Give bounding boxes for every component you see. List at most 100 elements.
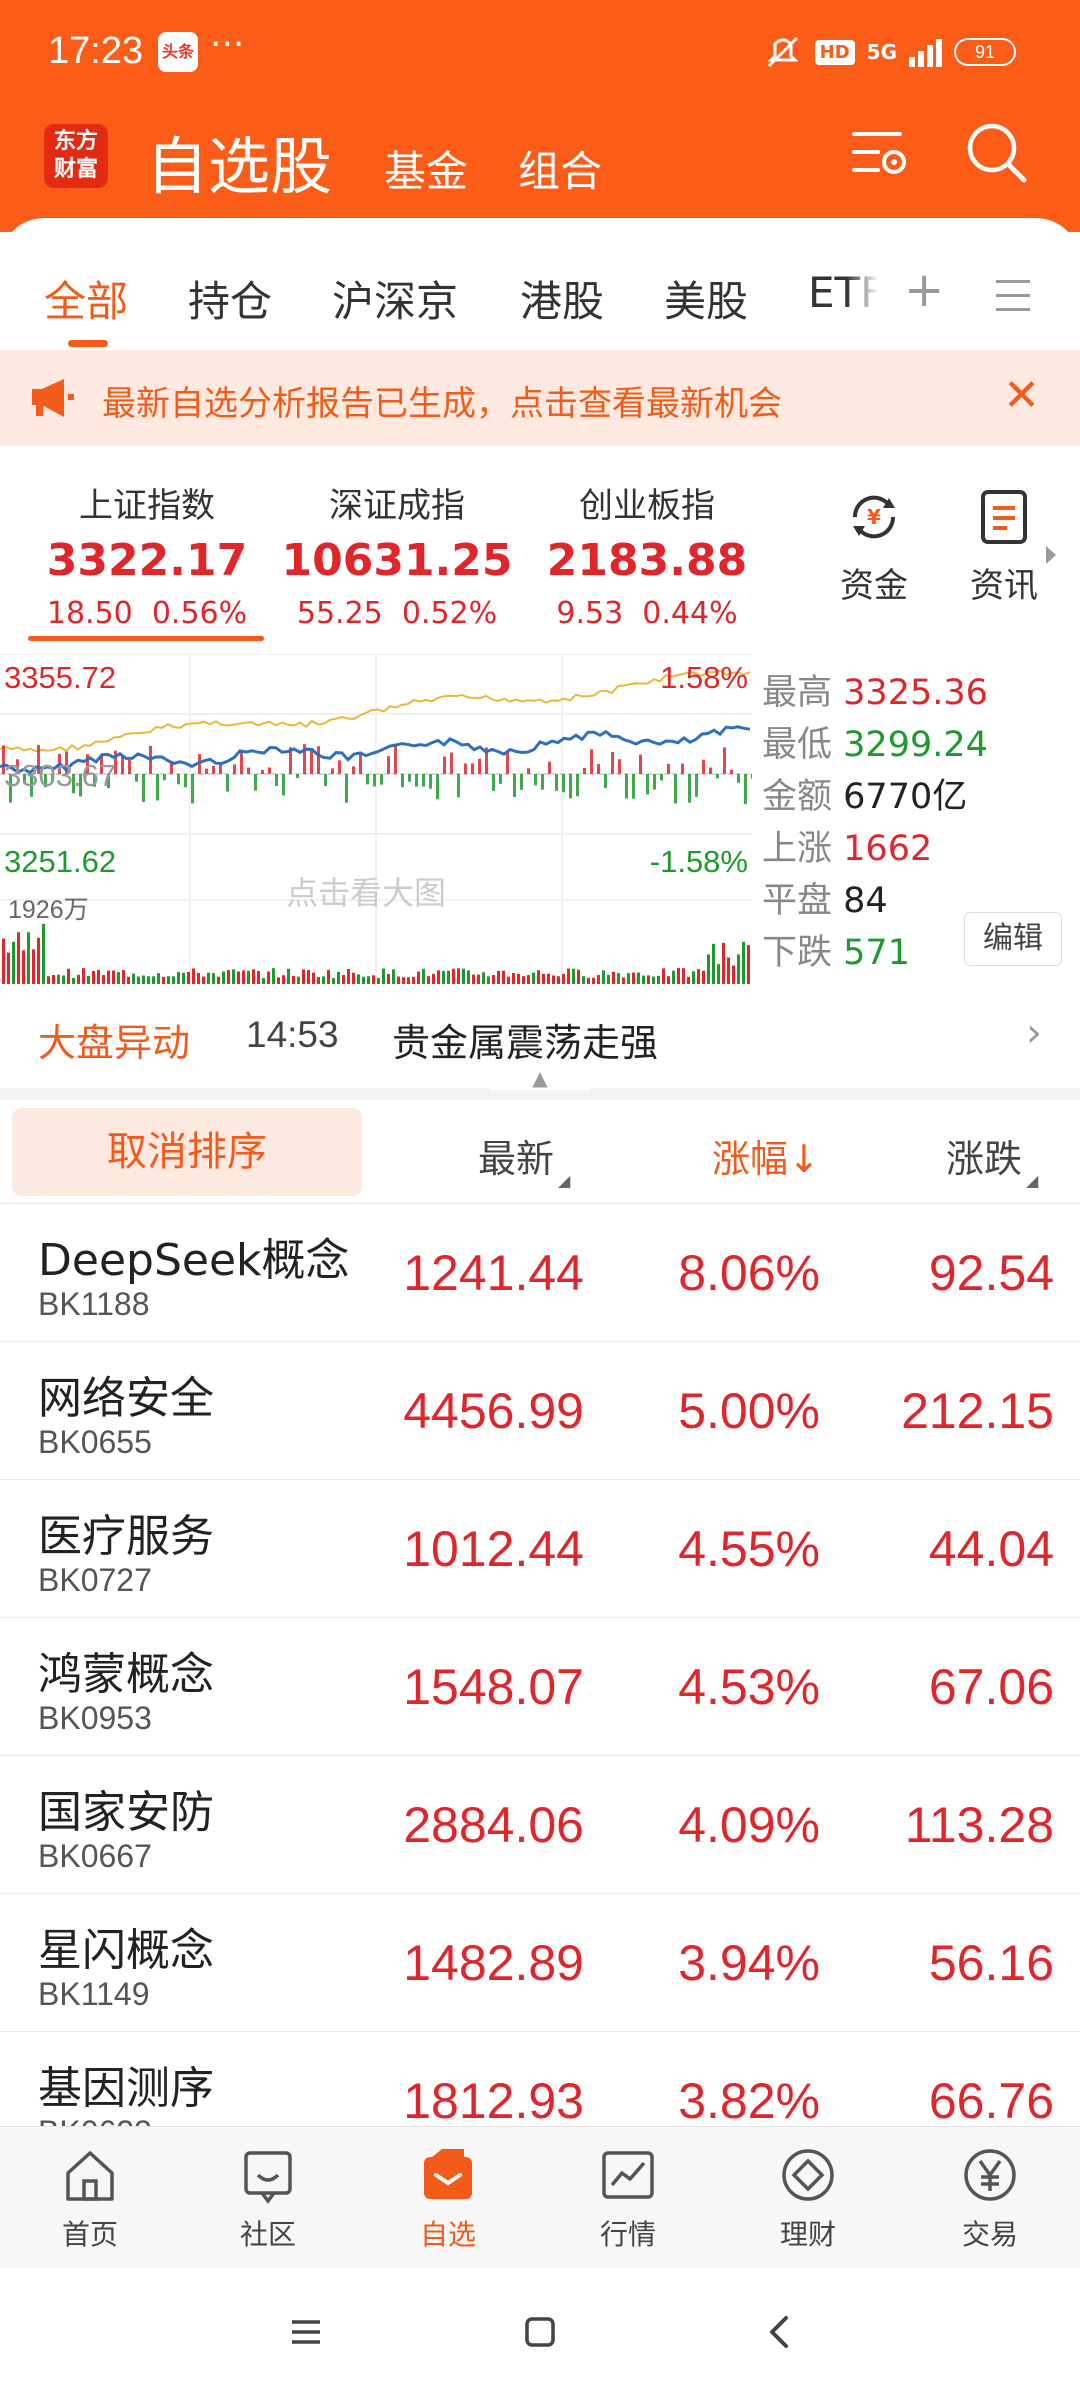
flow-bar <box>380 774 383 785</box>
flow-bar <box>331 768 334 774</box>
column-latest-header[interactable]: 最新 ◢ <box>478 1128 570 1190</box>
volume-bar <box>162 976 165 984</box>
volume-bar <box>72 977 75 984</box>
volume-bar <box>87 975 90 984</box>
funds-link[interactable]: ¥ 资金 <box>824 488 924 607</box>
flow-bar <box>177 774 180 785</box>
row-change: 67.06 <box>928 1659 1054 1715</box>
flow-bar <box>184 774 187 788</box>
volume-bar <box>422 968 425 984</box>
volume-bar <box>542 973 545 984</box>
group-menu-icon[interactable] <box>996 280 1030 322</box>
flow-bar <box>387 756 390 774</box>
volume-bar <box>22 950 25 984</box>
nav-market[interactable]: 行情 <box>568 2145 688 2253</box>
tab-watchlist-stocks[interactable]: 自选股 <box>146 116 332 206</box>
volume-bar <box>217 976 220 984</box>
close-icon[interactable]: ✕ <box>1003 370 1040 421</box>
tab-hk-stocks[interactable]: 港股 <box>520 268 604 329</box>
tab-holdings[interactable]: 持仓 <box>188 268 272 329</box>
volume-bar <box>317 977 320 984</box>
cancel-sort-button[interactable]: 取消排序 <box>12 1108 362 1196</box>
index-card-szse[interactable]: 深证成指 10631.25 55.25 0.52% <box>272 478 522 631</box>
volume-bar <box>222 971 225 984</box>
volume-bar <box>52 975 55 984</box>
nav-watchlist[interactable]: 自选 <box>388 2145 508 2253</box>
signal-icon <box>909 37 942 67</box>
table-row[interactable]: 网络安全 BK0655 4456.99 5.00% 212.15 <box>0 1342 1080 1480</box>
flow-bar <box>681 763 684 774</box>
index-card-chinext[interactable]: 创业板指 2183.88 9.53 0.44% <box>522 478 772 631</box>
stat-up: 上涨 1662 <box>762 829 933 869</box>
table-row[interactable]: 医疗服务 BK0727 1012.44 4.55% 44.04 <box>0 1480 1080 1618</box>
home-square-icon[interactable] <box>524 2316 556 2348</box>
volume-bar <box>7 952 10 984</box>
volume-bar <box>457 968 460 984</box>
network-label: 5G <box>866 40 897 64</box>
search-icon[interactable] <box>964 120 1030 186</box>
flow-bar <box>625 774 628 799</box>
nav-trade[interactable]: 交易 <box>930 2145 1050 2253</box>
scroll-right-icon[interactable] <box>1044 544 1058 566</box>
volume-bar <box>117 972 120 984</box>
volume-bar <box>522 976 525 984</box>
volume-bar <box>77 974 80 984</box>
table-row[interactable]: 国家安防 BK0667 2884.06 4.09% 113.28 <box>0 1756 1080 1894</box>
flow-bar <box>702 759 705 774</box>
column-change-header[interactable]: 涨跌 ◢ <box>946 1128 1038 1190</box>
news-link[interactable]: 资讯 <box>954 488 1054 607</box>
table-row[interactable]: 鸿蒙概念 BK0953 1548.07 4.53% 67.06 <box>0 1618 1080 1756</box>
active-index-indicator <box>28 636 264 641</box>
chart-hint: 点击看大图 <box>286 875 447 911</box>
tab-etf[interactable]: ETF <box>808 268 878 317</box>
back-icon[interactable] <box>766 2314 790 2350</box>
volume-bar <box>602 970 605 984</box>
volume-bar <box>102 975 105 984</box>
chart-pct-low: -1.58% <box>649 844 748 879</box>
tab-all[interactable]: 全部 <box>44 268 128 329</box>
flow-bar <box>688 774 691 803</box>
hd-badge: HD <box>814 39 855 65</box>
volume-bar <box>367 976 370 984</box>
tab-us-stocks[interactable]: 美股 <box>664 268 748 329</box>
trade-yuan-icon <box>964 2149 1016 2201</box>
nav-home[interactable]: 首页 <box>30 2145 150 2253</box>
flow-bar <box>324 774 327 787</box>
nav-label: 理财 <box>779 2218 836 2251</box>
nav-community[interactable]: 社区 <box>208 2145 328 2253</box>
recents-menu-icon[interactable] <box>290 2318 322 2346</box>
volume-bar <box>677 968 680 984</box>
volume-bar <box>257 970 260 984</box>
nav-wealth[interactable]: 理财 <box>748 2145 868 2253</box>
report-banner[interactable]: 最新自选分析报告已生成，点击查看最新机会 ✕ <box>0 350 1080 446</box>
collapse-handle-icon[interactable]: ▲ <box>490 1064 590 1090</box>
table-row[interactable]: DeepSeek概念 BK1188 1241.44 8.06% 92.54 <box>0 1204 1080 1342</box>
row-name: 网络安全 <box>38 1373 214 1424</box>
edit-button[interactable]: 编辑 <box>964 912 1062 966</box>
volume-bar <box>527 975 530 984</box>
stat-down: 下跌 571 <box>762 933 910 973</box>
row-pct: 5.00% <box>678 1383 820 1439</box>
table-row[interactable]: 星闪概念 BK1149 1482.89 3.94% 56.16 <box>0 1894 1080 2032</box>
volume-bar <box>387 973 390 984</box>
volume-bar <box>482 972 485 984</box>
news-doc-icon <box>981 490 1027 544</box>
column-pct-header[interactable]: 涨幅↓ <box>712 1128 820 1183</box>
volume-bar <box>742 941 745 984</box>
tab-funds[interactable]: 基金 <box>384 138 468 199</box>
row-name: 国家安防 <box>38 1787 214 1838</box>
table-row[interactable]: 基因测序 BK0623 1812.93 3.82% 66.76 <box>0 2032 1080 2126</box>
flow-bar <box>674 774 677 804</box>
volume-bar <box>302 969 305 984</box>
intraday-chart[interactable]: 3355.72 3303.67 3251.62 1.58% -1.58% 192… <box>0 654 752 984</box>
chevron-right-icon: › <box>1026 1010 1042 1056</box>
tab-portfolio[interactable]: 组合 <box>518 138 602 199</box>
volume-bar <box>427 976 430 984</box>
add-group-icon[interactable]: + <box>904 262 944 318</box>
manage-settings-icon[interactable] <box>848 120 912 184</box>
flow-bar <box>135 774 138 782</box>
stat-amount: 金额 6770亿 <box>762 777 968 817</box>
index-card-sse[interactable]: 上证指数 3322.17 18.50 0.56% <box>22 478 272 631</box>
flow-bar <box>408 774 411 782</box>
tab-sh-sz-bj[interactable]: 沪深京 <box>332 268 458 329</box>
